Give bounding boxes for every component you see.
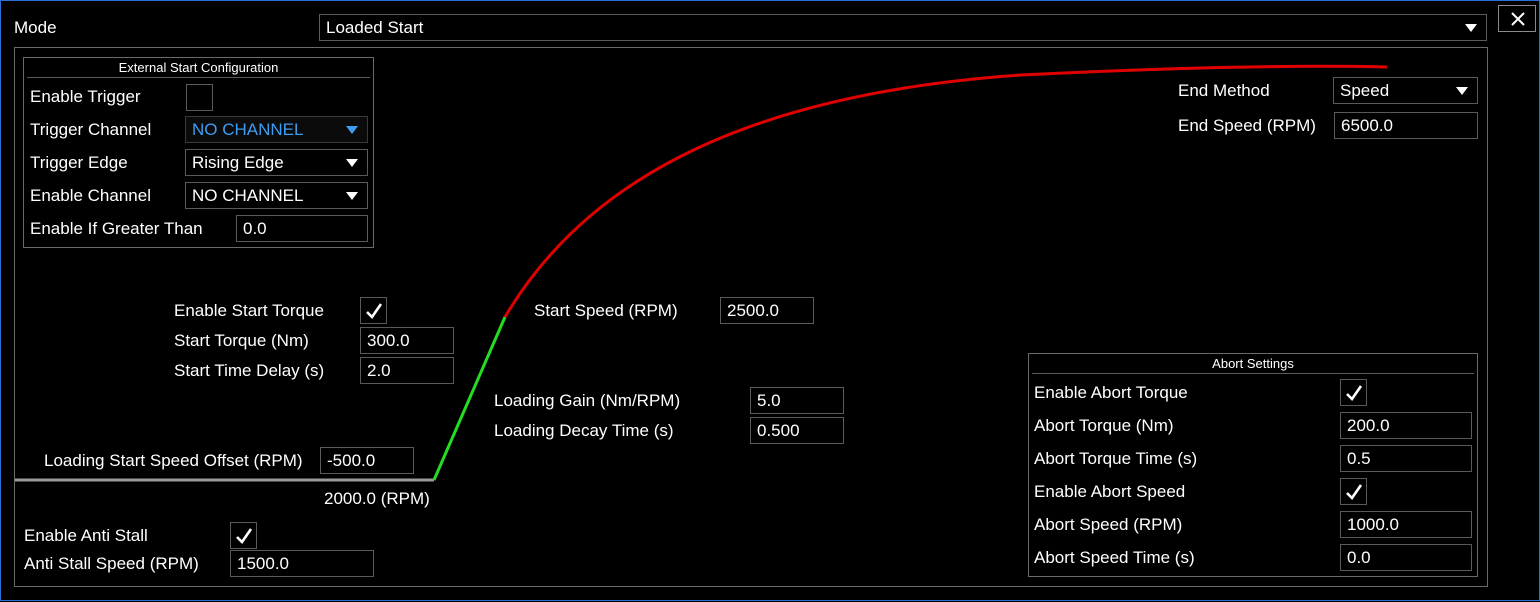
trigger-channel-select[interactable]: NO CHANNEL	[185, 116, 368, 143]
enable-channel-select[interactable]: NO CHANNEL	[185, 182, 368, 209]
loading-gain-label: Loading Gain (Nm/RPM)	[494, 391, 681, 410]
chevron-down-icon	[346, 192, 358, 200]
base-speed-readout: 2000.0 (RPM)	[324, 489, 430, 508]
checkmark-icon	[1346, 385, 1363, 402]
trigger-edge-select[interactable]: Rising Edge	[185, 149, 368, 176]
anti-stall-speed-label: Anti Stall Speed (RPM)	[24, 554, 199, 573]
chevron-down-icon	[1456, 87, 1468, 95]
enable-channel-label: Enable Channel	[30, 186, 151, 205]
end-speed-input[interactable]: 6500.0	[1334, 112, 1478, 139]
abort-speed-time-label: Abort Speed Time (s)	[1034, 548, 1195, 567]
group-divider	[1032, 373, 1474, 374]
trigger-edge-label: Trigger Edge	[30, 153, 128, 172]
enable-start-torque-label: Enable Start Torque	[174, 301, 324, 320]
abort-settings-title: Abort Settings	[1212, 356, 1294, 371]
enable-trigger-checkbox[interactable]	[186, 84, 213, 111]
enable-anti-stall-label: Enable Anti Stall	[24, 526, 148, 545]
end-method-label: End Method	[1178, 81, 1270, 100]
enable-abort-torque-checkbox[interactable]	[1340, 379, 1367, 406]
loaded-start-window: Mode Loaded Start External Start Configu…	[0, 0, 1540, 601]
external-start-title: External Start Configuration	[118, 60, 279, 75]
trigger-channel-label: Trigger Channel	[30, 120, 152, 139]
end-method-value: Speed	[1340, 81, 1390, 100]
enable-trigger-label: Enable Trigger	[30, 87, 141, 106]
enable-abort-speed-label: Enable Abort Speed	[1034, 482, 1186, 501]
end-method-select[interactable]: Speed	[1333, 77, 1478, 104]
start-time-delay-label: Start Time Delay (s)	[174, 361, 325, 380]
enable-abort-speed-checkbox[interactable]	[1340, 478, 1367, 505]
checkmark-icon	[366, 303, 383, 320]
group-divider	[27, 77, 370, 78]
abort-speed-input[interactable]: 1000.0	[1340, 511, 1472, 538]
start-speed-label: Start Speed (RPM)	[534, 301, 678, 320]
checkmark-icon	[236, 528, 253, 545]
enable-anti-stall-checkbox[interactable]	[230, 522, 257, 549]
abort-torque-time-label: Abort Torque Time (s)	[1034, 449, 1198, 468]
loading-offset-input[interactable]: -500.0	[320, 447, 414, 474]
loading-offset-label: Loading Start Speed Offset (RPM)	[44, 451, 303, 470]
trigger-edge-value: Rising Edge	[192, 153, 284, 172]
start-time-delay-input[interactable]: 2.0	[360, 357, 454, 384]
abort-torque-label: Abort Torque (Nm)	[1034, 416, 1174, 435]
loading-decay-label: Loading Decay Time (s)	[494, 421, 674, 440]
chevron-down-icon	[346, 159, 358, 167]
abort-speed-label: Abort Speed (RPM)	[1034, 515, 1183, 534]
trigger-channel-value: NO CHANNEL	[192, 120, 304, 139]
start-torque-input[interactable]: 300.0	[360, 327, 454, 354]
chevron-down-icon	[346, 126, 358, 134]
checkmark-icon	[1346, 484, 1363, 501]
start-speed-input[interactable]: 2500.0	[720, 297, 814, 324]
abort-speed-time-input[interactable]: 0.0	[1340, 544, 1472, 571]
loading-decay-input[interactable]: 0.500	[750, 417, 844, 444]
start-torque-label: Start Torque (Nm)	[174, 331, 309, 350]
abort-torque-input[interactable]: 200.0	[1340, 412, 1472, 439]
abort-torque-time-input[interactable]: 0.5	[1340, 445, 1472, 472]
loading-curve	[503, 64, 1388, 318]
enable-if-greater-label: Enable If Greater Than	[30, 219, 203, 238]
loading-gain-input[interactable]: 5.0	[750, 387, 844, 414]
enable-channel-value: NO CHANNEL	[192, 186, 304, 205]
enable-if-greater-input[interactable]: 0.0	[236, 215, 368, 242]
enable-abort-torque-label: Enable Abort Torque	[1034, 383, 1188, 402]
enable-start-torque-checkbox[interactable]	[360, 297, 387, 324]
end-speed-label: End Speed (RPM)	[1178, 116, 1316, 135]
anti-stall-speed-input[interactable]: 1500.0	[230, 550, 374, 577]
